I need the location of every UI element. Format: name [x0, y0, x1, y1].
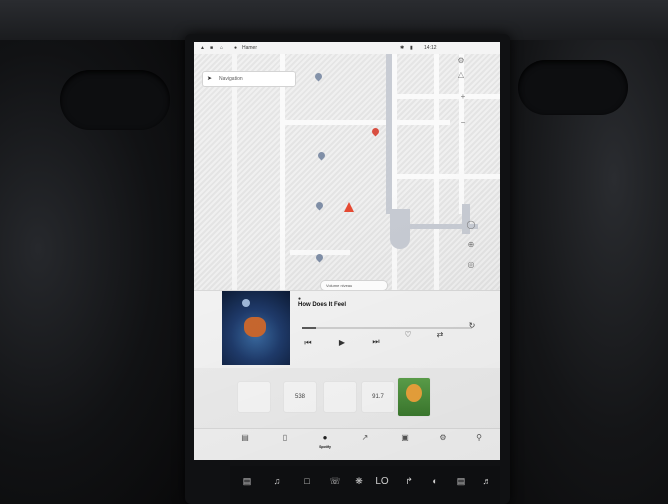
lock-icon[interactable]: ■	[210, 45, 213, 51]
bluetooth-icon: ✱	[400, 45, 405, 51]
compass-icon[interactable]: △	[456, 70, 466, 80]
tab-label: Spotify	[319, 445, 331, 449]
tab-tunein[interactable]: ▣	[388, 431, 422, 459]
media-source-tabs: ▤ ▯ ● Spotify ↗ ▣ ⚙ ⚲	[194, 428, 500, 460]
map-road	[392, 174, 500, 179]
tab-spotify[interactable]: ● Spotify	[308, 431, 342, 459]
defrost-front-icon[interactable]: ▤	[454, 476, 468, 487]
fan-icon[interactable]: ❋	[352, 476, 366, 487]
user-name[interactable]: Hamer	[242, 45, 257, 51]
volume-label: Volume niveau	[326, 283, 353, 288]
air-vent-right	[518, 60, 628, 115]
spotify-icon: ●	[322, 433, 328, 442]
zoom-in-button[interactable]: +	[458, 92, 468, 102]
navigation-placeholder: Navigation	[219, 76, 243, 82]
map-options-icon[interactable]: ◯	[466, 220, 476, 230]
progress-fill	[302, 327, 316, 329]
volume-icon[interactable]: ♬	[480, 476, 494, 486]
recenter-icon[interactable]: ⊕	[466, 240, 476, 250]
bottom-control-bar: ▤ ♫ □ ☏ ❋ LO ↱ ◐ ▤ ♬	[230, 466, 500, 504]
car-position-icon	[344, 202, 354, 212]
homelink-icon[interactable]: ⌂	[220, 45, 223, 51]
status-bar: ▲ ■ ⌂ ● Hamer ✱ ▮ 14:12	[194, 42, 500, 54]
tab-contacts[interactable]: ↗	[348, 431, 382, 459]
map-road	[232, 54, 237, 290]
next-track-icon[interactable]: ⏭	[370, 337, 382, 347]
map-road	[392, 94, 500, 99]
tab-search[interactable]: ⚲	[462, 431, 496, 459]
album-art-figure	[244, 317, 266, 337]
seat-heater-icon[interactable]: ↱	[402, 476, 416, 487]
music-icon[interactable]: ♫	[270, 476, 284, 486]
zoom-out-button[interactable]: −	[458, 118, 468, 128]
navigation-search[interactable]: ➤ Navigation	[202, 71, 296, 87]
map-road	[434, 54, 439, 290]
tunein-icon: ▣	[401, 433, 409, 442]
library-tile-album[interactable]	[398, 378, 430, 416]
clock: 14:12	[424, 45, 437, 51]
navigate-icon: ➤	[207, 76, 213, 82]
favorite-icon[interactable]: ♡	[402, 330, 414, 339]
phone-icon[interactable]: ☏	[328, 476, 342, 487]
media-player: ● How Does It Feel ⏮ ▶ ⏭ ♡ ⇄ ↻	[194, 290, 500, 369]
canal	[386, 54, 392, 214]
volume-indicator: Volume niveau	[320, 280, 388, 290]
map-view[interactable]: ➤ Navigation ⚙ △ + − ◯ ⊕ ◎ Volume niveau	[194, 54, 500, 290]
library-tile[interactable]	[238, 382, 270, 412]
map-pin[interactable]	[316, 150, 327, 161]
map-road	[280, 120, 450, 125]
signal-icon: ▮	[410, 45, 413, 51]
media-library: 538 91.7	[194, 368, 500, 428]
map-pin[interactable]	[314, 200, 325, 211]
air-vent-left	[60, 70, 170, 130]
album-cover-face	[406, 384, 422, 402]
library-tile[interactable]: 91.7	[362, 382, 394, 412]
map-road	[280, 54, 285, 290]
map-pin-red[interactable]	[370, 126, 381, 137]
climate-level[interactable]: LO	[372, 476, 392, 487]
canal	[390, 209, 410, 249]
contacts-icon: ↗	[361, 433, 369, 442]
library-tile[interactable]	[324, 382, 356, 412]
track-title: How Does It Feel	[298, 302, 347, 308]
album-art[interactable]	[222, 291, 290, 365]
repeat-icon[interactable]: ↻	[466, 321, 478, 330]
map-road	[392, 54, 397, 290]
album-art-moon	[242, 299, 250, 307]
profile-icon[interactable]: ●	[234, 45, 237, 51]
search-icon: ⚲	[476, 433, 482, 442]
play-icon[interactable]: ▶	[336, 338, 348, 347]
car-icon[interactable]: ▲	[200, 45, 205, 51]
car-menu-icon[interactable]: ▤	[240, 476, 254, 487]
library-tile[interactable]: 538	[284, 382, 316, 412]
progress-bar[interactable]	[302, 327, 472, 329]
phone-icon: ▯	[282, 433, 288, 442]
tab-settings[interactable]: ⚙	[426, 431, 460, 459]
defrost-rear-icon[interactable]: ◐	[428, 476, 442, 486]
shuffle-icon[interactable]: ⇄	[434, 330, 446, 339]
previous-track-icon[interactable]: ⏮	[302, 338, 314, 348]
radio-icon: ▤	[241, 433, 249, 442]
apps-icon[interactable]: □	[300, 476, 314, 486]
tab-radio[interactable]: ▤	[228, 431, 262, 459]
touchscreen: ▲ ■ ⌂ ● Hamer ✱ ▮ 14:12 ➤ Navigation ⚙ △…	[194, 42, 500, 460]
settings-icon[interactable]: ⚙	[456, 56, 466, 66]
tab-phone[interactable]: ▯	[268, 431, 302, 459]
layers-icon[interactable]: ◎	[466, 260, 476, 270]
settings-icon: ⚙	[439, 433, 447, 442]
map-pin[interactable]	[313, 71, 324, 82]
